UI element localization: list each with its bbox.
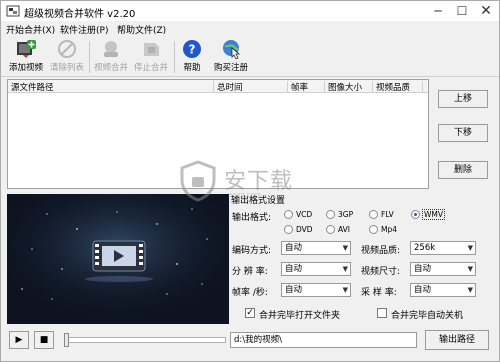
close-button[interactable]: ✕ xyxy=(475,1,497,21)
stop-merge-button[interactable]: 停止合并 xyxy=(131,39,171,75)
size-label: 视频尺寸: xyxy=(361,267,401,277)
samplerate-value: 自动 xyxy=(414,285,432,295)
add-video-label: 添加视频 xyxy=(8,63,43,73)
video-merge-label: 视频合并 xyxy=(93,63,128,73)
column-image-size[interactable]: 图像大小 xyxy=(325,81,373,93)
preview-graphic xyxy=(7,194,229,324)
format-radio-mp4[interactable] xyxy=(369,225,378,234)
settings-group-title: 输出格式设置 xyxy=(231,196,286,206)
samplerate-label: 采 样 率: xyxy=(361,288,397,298)
format-wmv-label: WMV xyxy=(422,209,446,220)
move-down-button[interactable]: 下移 xyxy=(438,124,488,142)
help-icon: ? xyxy=(183,40,201,58)
help-label: 帮助 xyxy=(183,63,201,73)
video-merge-button[interactable]: 视频合并 xyxy=(91,39,131,75)
buy-register-label: 购买注册 xyxy=(213,63,248,73)
chevron-down-icon: ▼ xyxy=(342,265,348,273)
output-path-input[interactable]: d:\我的视频\ xyxy=(230,332,417,348)
samplerate-select[interactable]: 自动 ▼ xyxy=(410,283,476,297)
size-select[interactable]: 自动 ▼ xyxy=(410,262,476,276)
menu-start-merge[interactable]: 开始合并(X) xyxy=(6,23,55,36)
encode-select[interactable]: 自动 ▼ xyxy=(281,241,351,255)
format-radio-3gp[interactable] xyxy=(326,210,335,219)
toolbar: 添加视频 清除列表 视频合并 停止合并 ? 帮助 购买注册 xyxy=(1,37,499,77)
resolution-value: 自动 xyxy=(285,264,303,274)
svg-text:?: ? xyxy=(189,43,196,57)
move-up-button[interactable]: 上移 xyxy=(438,90,488,108)
framerate-value: 自动 xyxy=(285,285,303,295)
format-dvd-label: DVD xyxy=(296,225,313,234)
chevron-down-icon: ▼ xyxy=(342,244,348,252)
toolbar-separator xyxy=(174,41,175,73)
stop-merge-label: 停止合并 xyxy=(133,63,168,73)
quality-label: 视频品质: xyxy=(361,246,401,256)
column-video-quality[interactable]: 视频品质 xyxy=(373,81,423,93)
video-preview xyxy=(7,194,229,324)
buy-register-button[interactable]: 购买注册 xyxy=(211,39,251,75)
menu-register[interactable]: 软件注册(P) xyxy=(60,23,108,36)
resolution-select[interactable]: 自动 ▼ xyxy=(281,262,351,276)
quality-select[interactable]: 256k ▼ xyxy=(410,241,476,255)
format-avi-label: AVI xyxy=(338,225,350,234)
add-video-button[interactable]: 添加视频 xyxy=(5,39,47,75)
chevron-down-icon: ▼ xyxy=(467,286,473,294)
open-folder-checkbox[interactable]: ✓ xyxy=(245,308,255,318)
format-radio-vcd[interactable] xyxy=(284,210,293,219)
title-bar: 超级视频合并软件 v2.20 ─ ☐ ✕ xyxy=(1,1,499,21)
play-button[interactable]: ▶ xyxy=(9,331,29,349)
help-button[interactable]: ? 帮助 xyxy=(178,39,206,75)
window-title: 超级视频合并软件 v2.20 xyxy=(24,9,136,20)
table-header: 源文件路径 总时间 帧率 图像大小 视频品质 xyxy=(8,80,428,93)
maximize-button[interactable]: ☐ xyxy=(451,1,473,21)
clear-list-icon xyxy=(58,40,76,58)
format-flv-label: FLV xyxy=(381,210,394,219)
clear-list-button[interactable]: 清除列表 xyxy=(47,39,87,75)
format-vcd-label: VCD xyxy=(296,210,313,219)
open-folder-label: 合并完毕打开文件夹 xyxy=(259,311,341,321)
film-strip-icon xyxy=(92,240,146,272)
output-settings: 输出格式设置 输出格式: VCD 3GP FLV WMV DVD AVI Mp4… xyxy=(230,193,492,323)
format-radio-flv[interactable] xyxy=(369,210,378,219)
merge-icon xyxy=(104,41,118,57)
main-window: 超级视频合并软件 v2.20 ─ ☐ ✕ 开始合并(X) 软件注册(P) 帮助文… xyxy=(0,0,500,362)
framerate-select[interactable]: 自动 ▼ xyxy=(281,283,351,297)
chevron-down-icon: ▼ xyxy=(467,244,473,252)
clear-list-label: 清除列表 xyxy=(49,63,84,73)
shutdown-checkbox[interactable] xyxy=(377,308,387,318)
add-video-icon xyxy=(17,40,36,58)
framerate-label: 帧率 /秒: xyxy=(232,288,268,298)
format-3gp-label: 3GP xyxy=(338,210,354,219)
format-radio-avi[interactable] xyxy=(326,225,335,234)
watermark-shield-icon xyxy=(180,160,216,202)
column-source-path[interactable]: 源文件路径 xyxy=(8,81,214,93)
column-frame-rate[interactable]: 帧率 xyxy=(288,81,325,93)
app-logo-icon xyxy=(6,5,20,17)
quality-value: 256k xyxy=(414,243,436,253)
stop-button[interactable]: ■ xyxy=(34,331,54,349)
menu-bar: 开始合并(X) 软件注册(P) 帮助文件(Z) xyxy=(1,21,499,37)
resolution-label: 分 辨 率: xyxy=(232,267,268,277)
bottom-bar: ▶ ■ d:\我的视频\ 输出路径 xyxy=(1,327,499,361)
shutdown-label: 合并完毕自动关机 xyxy=(391,311,464,321)
seek-slider-track[interactable] xyxy=(66,337,226,343)
chevron-down-icon: ▼ xyxy=(342,286,348,294)
output-path-button[interactable]: 输出路径 xyxy=(425,330,489,350)
delete-button[interactable]: 删除 xyxy=(438,161,488,179)
toolbar-separator xyxy=(89,41,90,73)
stop-icon xyxy=(144,43,159,56)
seek-slider-thumb[interactable] xyxy=(64,333,69,347)
minimize-button[interactable]: ─ xyxy=(427,1,449,21)
size-value: 自动 xyxy=(414,264,432,274)
format-radio-wmv[interactable] xyxy=(411,210,420,219)
menu-help-file[interactable]: 帮助文件(Z) xyxy=(117,23,166,36)
format-label: 输出格式: xyxy=(232,213,272,223)
column-total-time[interactable]: 总时间 xyxy=(214,81,288,93)
format-radio-dvd[interactable] xyxy=(284,225,293,234)
chevron-down-icon: ▼ xyxy=(467,265,473,273)
format-mp4-label: Mp4 xyxy=(381,225,398,234)
encode-label: 编码方式: xyxy=(232,246,272,256)
globe-cursor-icon xyxy=(223,40,241,59)
encode-value: 自动 xyxy=(285,243,303,253)
